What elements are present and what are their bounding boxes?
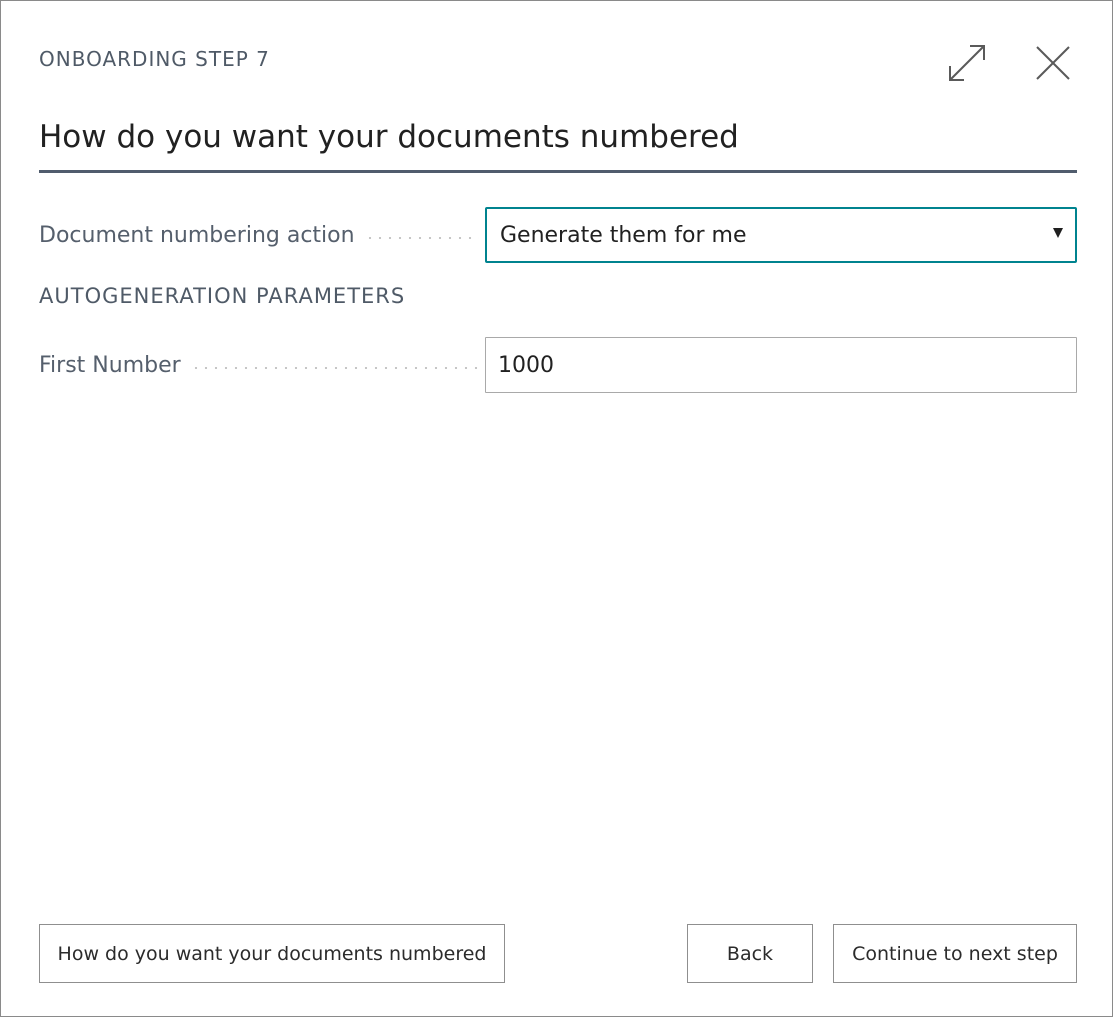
back-button[interactable]: Back bbox=[687, 924, 813, 983]
continue-button[interactable]: Continue to next step bbox=[833, 924, 1077, 983]
label-leader-dots bbox=[364, 237, 479, 239]
expand-button[interactable] bbox=[945, 41, 989, 85]
close-icon bbox=[1034, 44, 1072, 82]
first-number-label-text: First Number bbox=[39, 352, 181, 378]
dropdown-caret-icon bbox=[1053, 228, 1063, 238]
first-number-row: First Number bbox=[39, 337, 1077, 393]
first-number-input[interactable] bbox=[485, 337, 1077, 393]
first-number-label: First Number bbox=[39, 337, 479, 393]
numbering-action-row: Document numbering action Generate them … bbox=[39, 207, 1077, 263]
page-title: How do you want your documents numbered bbox=[39, 119, 739, 155]
numbering-action-selected-value: Generate them for me bbox=[500, 222, 747, 248]
close-button[interactable] bbox=[1031, 41, 1075, 85]
title-divider bbox=[39, 170, 1077, 173]
step-caption: ONBOARDING STEP 7 bbox=[39, 47, 270, 71]
numbering-action-label: Document numbering action bbox=[39, 207, 479, 263]
step-title-button[interactable]: How do you want your documents numbered bbox=[39, 924, 505, 983]
numbering-action-select[interactable]: Generate them for me bbox=[485, 207, 1077, 263]
label-leader-dots bbox=[190, 367, 479, 369]
numbering-action-label-text: Document numbering action bbox=[39, 222, 355, 248]
onboarding-dialog: ONBOARDING STEP 7 How do you want your d… bbox=[0, 0, 1113, 1017]
expand-icon bbox=[946, 42, 988, 84]
section-heading-autogeneration: AUTOGENERATION PARAMETERS bbox=[39, 284, 406, 308]
